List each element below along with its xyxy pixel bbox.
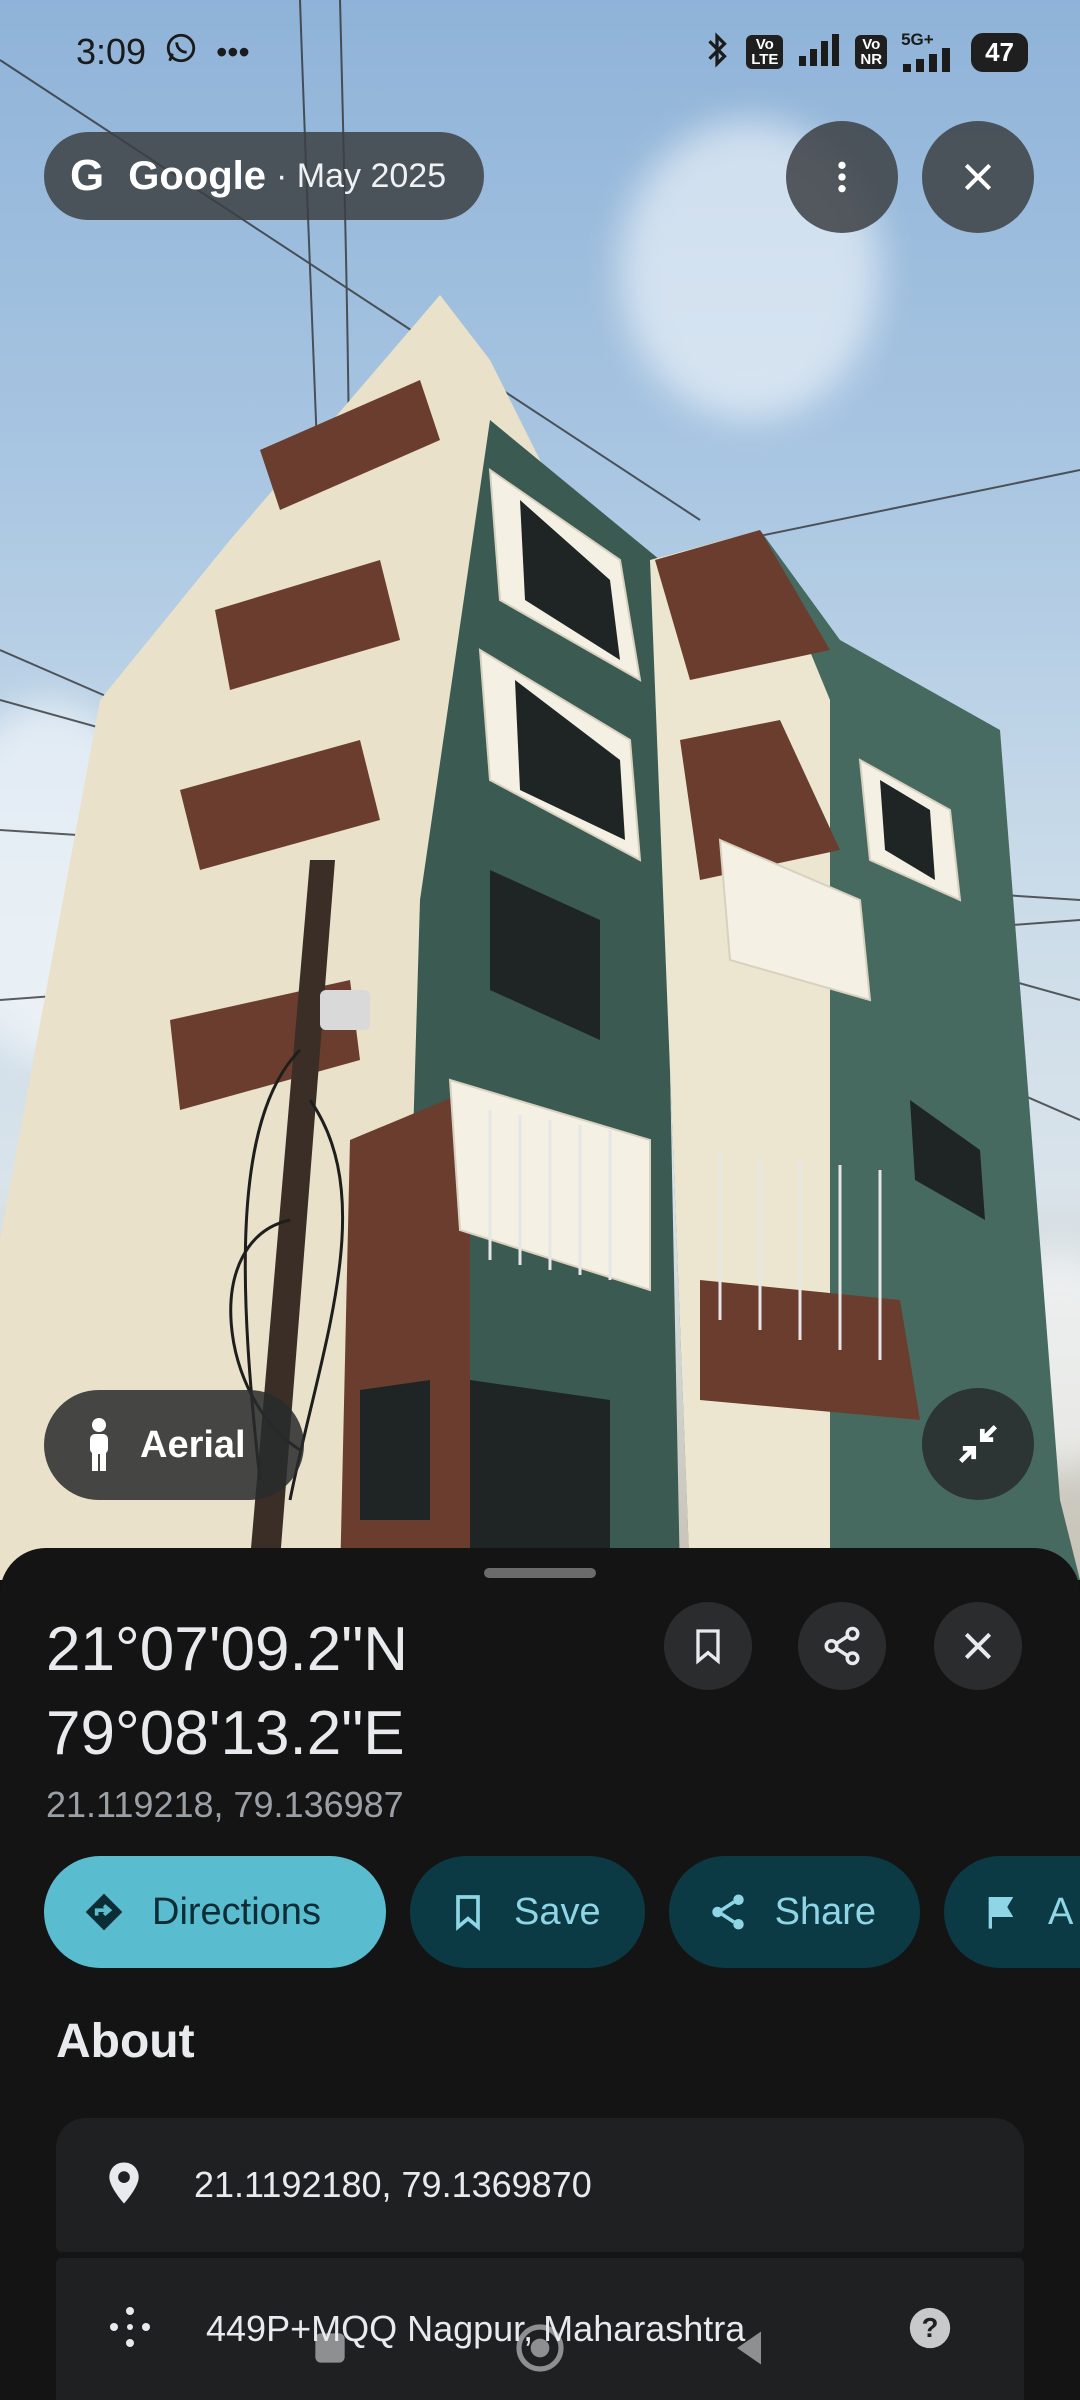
capture-date: · May 2025 [276, 156, 447, 195]
more-vert-icon [838, 161, 846, 193]
bookmark-icon [696, 1629, 720, 1665]
directions-button[interactable]: Directions [44, 1856, 386, 1968]
building-illustration [0, 0, 1080, 1580]
imagery-attribution[interactable]: G Google · May 2025 [44, 132, 484, 220]
provider-label: Google [128, 153, 267, 198]
signal-icon [797, 32, 841, 73]
status-time: 3:09 [76, 31, 147, 72]
share-button[interactable] [798, 1602, 886, 1690]
recents-nav-icon[interactable] [308, 2326, 352, 2375]
whatsapp-icon [164, 31, 198, 74]
battery-indicator: 47 [971, 32, 1028, 72]
bookmark-button[interactable] [664, 1602, 752, 1690]
close-icon [964, 1632, 992, 1660]
ellipsis-icon: ••• [216, 33, 250, 70]
street-view-image[interactable] [0, 0, 1080, 1580]
google-g-icon: G [70, 151, 105, 200]
directions-icon [82, 1890, 126, 1934]
collapse-view-button[interactable] [922, 1388, 1034, 1500]
coordinates-value: 21.1192180, 79.1369870 [194, 2164, 592, 2205]
bluetooth-icon [702, 30, 732, 75]
bookmark-icon [448, 1892, 488, 1932]
save-button[interactable]: Save [410, 1856, 645, 1968]
directions-label: Directions [152, 1890, 321, 1933]
coordinates-row[interactable]: 21.1192180, 79.1369870 [56, 2118, 1024, 2252]
close-sheet-button[interactable] [934, 1602, 1022, 1690]
volte-indicator: Vo LTE [746, 35, 784, 69]
add-label-button[interactable]: A [944, 1856, 1080, 1968]
status-bar: 3:09 ••• Vo LTE Vo NR 5G+ 47 [0, 0, 1080, 104]
latitude-dms: 21°07'09.2"N [46, 1615, 409, 1684]
system-nav-bar [0, 2300, 1080, 2400]
share-label: Share [774, 1890, 877, 1933]
place-bottom-sheet: 21°07'09.2"N 79°08'13.2"E 21.119218, 79.… [0, 1548, 1080, 2400]
place-title: 21°07'09.2"N 79°08'13.2"E [46, 1608, 606, 1776]
drag-handle[interactable] [484, 1568, 596, 1578]
add-label-text: A [1048, 1890, 1074, 1933]
share-icon [707, 1891, 749, 1933]
share-chip-button[interactable]: Share [668, 1856, 921, 1968]
longitude-dms: 79°08'13.2"E [46, 1699, 405, 1768]
back-nav-icon[interactable] [728, 2326, 772, 2375]
action-chips-row: Directions Save Share A [44, 1856, 1080, 1968]
more-options-button[interactable] [786, 121, 898, 233]
share-icon [824, 1626, 860, 1666]
network-5g-icon: 5G+ [901, 31, 957, 72]
collapse-icon [958, 1424, 998, 1464]
flag-icon [982, 1892, 1022, 1932]
vonr-indicator: Vo NR [855, 35, 888, 69]
about-heading: About [56, 2015, 195, 2068]
home-nav-icon[interactable] [512, 2320, 568, 2381]
aerial-button[interactable]: Aerial [44, 1390, 304, 1500]
aerial-label: Aerial [140, 1423, 246, 1466]
pegman-icon [90, 1418, 108, 1471]
location-pin-icon [106, 2161, 142, 2210]
close-icon [964, 163, 992, 191]
decimal-coordinates: 21.119218, 79.136987 [46, 1784, 404, 1825]
close-street-view-button[interactable] [922, 121, 1034, 233]
save-label: Save [514, 1890, 601, 1933]
